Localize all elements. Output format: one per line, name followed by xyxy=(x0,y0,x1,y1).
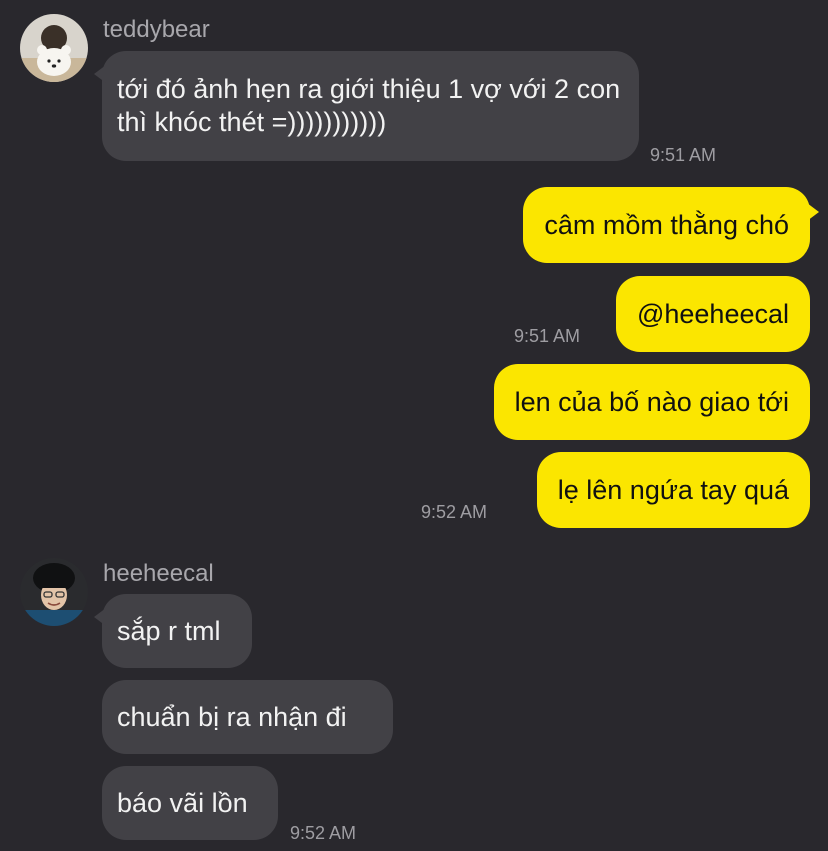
message-text: lẹ lên ngứa tay quá xyxy=(557,474,789,505)
outgoing-message-bubble[interactable]: câm mồm thằng chó xyxy=(523,187,819,263)
outgoing-message-bubble[interactable]: len của bố nào giao tới xyxy=(493,364,810,440)
person-photo-avatar-icon xyxy=(20,558,88,626)
message-timestamp: 9:51 AM xyxy=(514,326,581,346)
message-text: chuẩn bị ra nhận đi xyxy=(117,701,347,732)
bubble-tail xyxy=(807,203,819,221)
incoming-message-bubble[interactable]: chuẩn bị ra nhận đi xyxy=(102,680,393,754)
outgoing-message-bubble[interactable]: @heeheecal xyxy=(615,276,810,352)
sender-name: heeheecal xyxy=(103,560,214,587)
sender-name: teddybear xyxy=(103,16,210,43)
message-timestamp: 9:51 AM xyxy=(650,145,717,165)
message-text: câm mồm thằng chó xyxy=(544,209,789,240)
heeheecal-avatar[interactable] xyxy=(20,558,88,626)
teddy-bear-avatar-icon xyxy=(20,14,88,82)
message-timestamp: 9:52 AM xyxy=(421,502,488,522)
bubble-tail xyxy=(94,65,106,83)
incoming-message-bubble[interactable]: sắp r tml xyxy=(94,594,252,668)
message-text: sắp r tml xyxy=(117,615,221,646)
message-text: @heeheecal xyxy=(636,298,789,329)
message-text: len của bố nào giao tới xyxy=(514,386,789,417)
message-timestamp: 9:52 AM xyxy=(290,823,357,843)
outgoing-message-bubble[interactable]: lẹ lên ngứa tay quá xyxy=(536,452,810,528)
message-text: báo vãi lồn xyxy=(117,787,248,818)
bubble-tail xyxy=(94,608,106,626)
message-text: tới đó ảnh hẹn ra giới thiệu 1 vợ với 2 … xyxy=(117,74,621,137)
incoming-message-bubble[interactable]: tới đó ảnh hẹn ra giới thiệu 1 vợ với 2 … xyxy=(94,51,639,161)
teddybear-avatar[interactable] xyxy=(20,14,88,82)
incoming-message-bubble[interactable]: báo vãi lồn xyxy=(102,766,278,840)
